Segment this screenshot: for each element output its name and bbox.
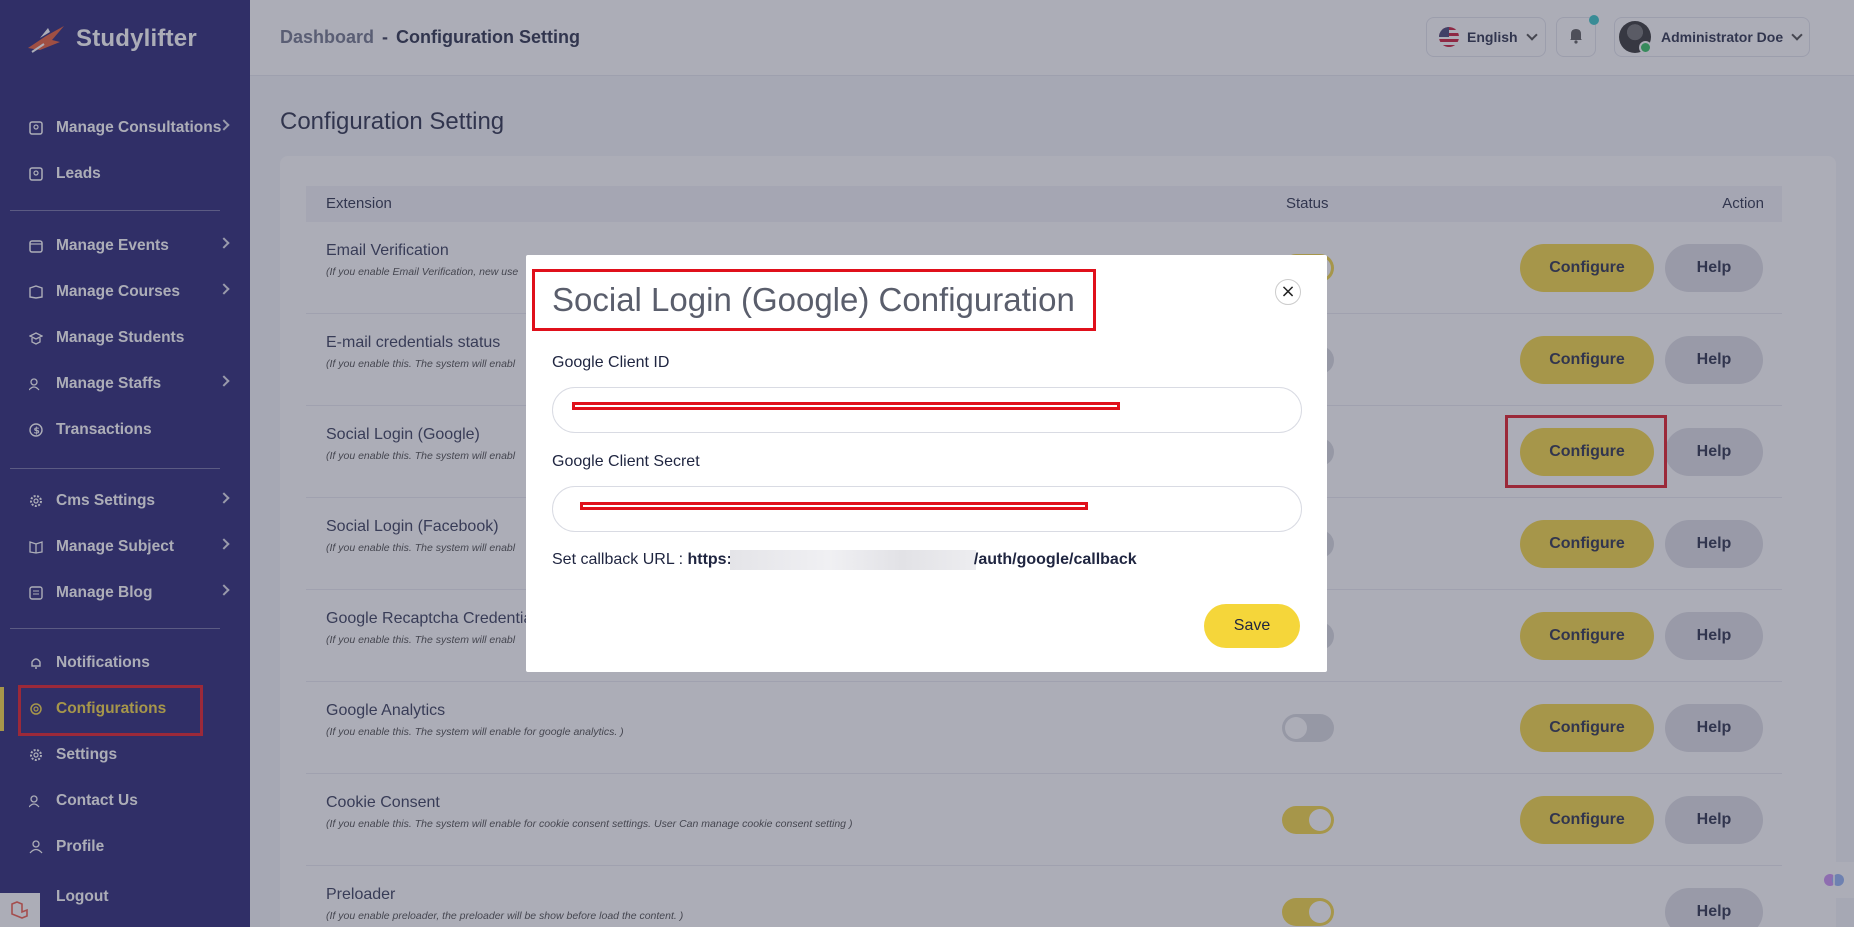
client-id-label: Google Client ID <box>552 354 670 371</box>
social-login-google-modal: Social Login (Google) Configuration × Go… <box>526 255 1327 672</box>
save-button[interactable]: Save <box>1204 604 1300 648</box>
callback-url: Set callback URL : https: /auth/google/ca… <box>552 550 1137 570</box>
redaction-mark <box>572 402 1120 410</box>
callback-url-prefix: https: <box>687 551 732 569</box>
client-secret-label: Google Client Secret <box>552 453 700 470</box>
close-button[interactable]: × <box>1275 279 1301 305</box>
redaction-mark <box>580 502 1088 510</box>
blurred-domain <box>729 550 976 570</box>
client-id-input[interactable] <box>552 387 1302 433</box>
modal-title: Social Login (Google) Configuration <box>552 281 1075 318</box>
callback-label: Set callback URL : <box>552 551 684 569</box>
callback-url-suffix: /auth/google/callback <box>973 551 1137 569</box>
